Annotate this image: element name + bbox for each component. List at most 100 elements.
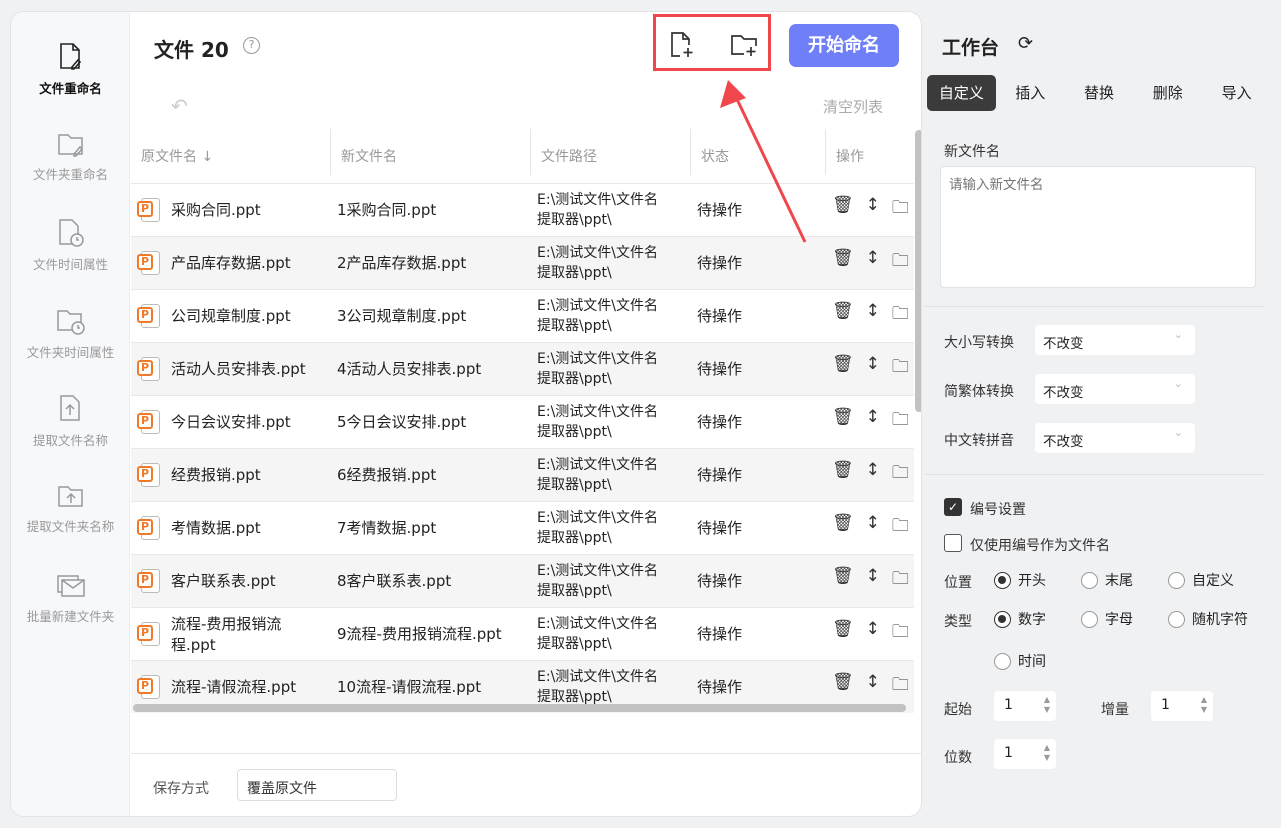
sidebar-item-extract-file[interactable]: 提取文件名称 (11, 394, 130, 449)
numbering-label: 编号设置 (970, 502, 1026, 518)
open-folder-icon[interactable]: 🗀 (892, 195, 909, 224)
table-row[interactable]: P 考情数据.ppt 7考情数据.ppt E:\测试文件\文件名 提取器\ppt\ … (131, 500, 914, 554)
add-file-icon[interactable] (667, 30, 697, 60)
sidebar-item-batch-folder[interactable]: 批量新建文件夹 (11, 572, 130, 625)
spinner-icon[interactable]: ▲ ▼ (1044, 743, 1050, 763)
tab-custom[interactable]: 自定义 (927, 75, 996, 111)
tab-delete[interactable]: 删除 (1133, 75, 1202, 111)
tab-import[interactable]: 导入 (1202, 75, 1271, 111)
delete-icon[interactable]: 🗑 (832, 672, 854, 701)
radio-circle (1081, 610, 1098, 628)
increment-stepper[interactable]: 1 ▲ ▼ (1151, 691, 1213, 721)
table-row[interactable]: P 客户联系表.ppt 8客户联系表.ppt E:\测试文件\文件名 提取器\ppt… (131, 553, 914, 607)
open-folder-icon[interactable]: 🗀 (892, 619, 909, 648)
workbench-tabs: 自定义 插入 替换 删除 导入 (925, 71, 1271, 115)
original-name-cell: P 考情数据.ppt (131, 500, 331, 554)
move-icon[interactable]: ↕ (866, 301, 880, 330)
pinyin-select[interactable]: 不改变 (1035, 423, 1195, 453)
table-row[interactable]: P 今日会议安排.ppt 5今日会议安排.ppt E:\测试文件\文件名 提取器\p… (131, 394, 914, 448)
delete-icon[interactable]: 🗑 (832, 301, 854, 330)
path-cell: E:\测试文件\文件名 提取器\ppt\ (531, 447, 691, 501)
new-name-cell: 2产品库存数据.ppt (331, 235, 531, 289)
delete-icon[interactable]: 🗑 (832, 248, 854, 277)
horizontal-scrollbar[interactable] (133, 704, 906, 712)
ppt-file-icon: P (137, 409, 161, 435)
position-end-radio[interactable]: 末尾 (1081, 570, 1133, 590)
sidebar-item-folder-time[interactable]: 文件夹时间属性 (11, 306, 130, 361)
type-random-radio[interactable]: 随机字符 (1168, 609, 1248, 629)
trad-select[interactable]: 不改变 (1035, 374, 1195, 404)
delete-icon[interactable]: 🗑 (832, 354, 854, 383)
move-icon[interactable]: ↕ (866, 248, 880, 277)
open-folder-icon[interactable]: 🗀 (892, 566, 909, 595)
add-folder-icon[interactable] (729, 30, 759, 60)
tab-insert[interactable]: 插入 (996, 75, 1065, 111)
spinner-icon[interactable]: ▲ ▼ (1044, 695, 1050, 715)
spinner-icon[interactable]: ▲ ▼ (1201, 695, 1207, 715)
delete-icon[interactable]: 🗑 (832, 407, 854, 436)
move-icon[interactable]: ↕ (866, 513, 880, 542)
settings-panel: 新文件名 大小写转换 不改变 简繁体转换 不改变 中文转拼音 不改变 ✓ 编号设… (925, 123, 1271, 795)
sidebar-item-folder-rename[interactable]: 文件夹重命名 (11, 130, 130, 183)
ppt-file-icon: P (137, 250, 161, 276)
path-cell: E:\测试文件\文件名 提取器\ppt\ (531, 235, 691, 289)
workbench-panel: 工作台 ⟳ 自定义 插入 替换 删除 导入 新文件名 大小写转换 不改变 简繁体… (922, 0, 1281, 828)
table-row[interactable]: P 经费报销.ppt 6经费报销.ppt E:\测试文件\文件名 提取器\ppt\ … (131, 447, 914, 501)
move-icon[interactable]: ↕ (866, 619, 880, 648)
new-name-cell: 9流程-费用报销流程.ppt (331, 606, 531, 660)
start-stepper[interactable]: 1 ▲ ▼ (994, 691, 1056, 721)
move-icon[interactable]: ↕ (866, 566, 880, 595)
type-letter-radio[interactable]: 字母 (1081, 609, 1133, 629)
table-row[interactable]: P 流程-费用报销流程.ppt 9流程-费用报销流程.ppt E:\测试文件\文件… (131, 606, 914, 660)
open-folder-icon[interactable]: 🗀 (892, 407, 909, 436)
col-original-name[interactable]: 原文件名 ↓ (131, 129, 331, 183)
only-number-checkbox[interactable] (944, 534, 962, 552)
position-custom-radio[interactable]: 自定义 (1168, 570, 1234, 590)
delete-icon[interactable]: 🗑 (832, 566, 854, 595)
new-name-label: 新文件名 (944, 144, 1000, 160)
new-name-cell: 1采购合同.ppt (331, 182, 531, 236)
delete-icon[interactable]: 🗑 (832, 513, 854, 542)
move-icon[interactable]: ↕ (866, 407, 880, 436)
open-folder-icon[interactable]: 🗀 (892, 354, 909, 383)
type-number-radio[interactable]: 数字 (994, 609, 1046, 629)
ppt-file-icon: P (137, 356, 161, 382)
open-folder-icon[interactable]: 🗀 (892, 460, 909, 489)
clear-list-button[interactable]: 清空列表 (823, 96, 883, 117)
move-icon[interactable]: ↕ (866, 460, 880, 489)
position-label: 位置 (944, 575, 972, 591)
case-select[interactable]: 不改变 (1035, 325, 1195, 355)
delete-icon[interactable]: 🗑 (832, 195, 854, 224)
open-folder-icon[interactable]: 🗀 (892, 301, 909, 330)
original-name-cell: P 产品库存数据.ppt (131, 235, 331, 289)
status-cell: 待操作 (691, 553, 826, 607)
vertical-scrollbar[interactable] (915, 130, 921, 412)
col-path: 文件路径 (531, 129, 691, 183)
original-name-cell: P 公司规章制度.ppt (131, 288, 331, 342)
workbench-title: 工作台 (942, 37, 1000, 59)
help-icon[interactable]: ? (243, 37, 260, 54)
move-icon[interactable]: ↕ (866, 354, 880, 383)
pinyin-label: 中文转拼音 (944, 433, 1014, 449)
open-folder-icon[interactable]: 🗀 (892, 513, 909, 542)
move-icon[interactable]: ↕ (866, 672, 880, 701)
undo-icon[interactable]: ↶ (171, 94, 188, 118)
type-time-radio[interactable]: 时间 (994, 651, 1046, 671)
move-icon[interactable]: ↕ (866, 195, 880, 224)
open-folder-icon[interactable]: 🗀 (892, 672, 909, 701)
table-row[interactable]: P 公司规章制度.ppt 3公司规章制度.ppt E:\测试文件\文件名 提取器\p… (131, 288, 914, 342)
sidebar-item-file-time[interactable]: 文件时间属性 (11, 218, 130, 273)
sidebar-item-extract-folder[interactable]: 提取文件夹名称 (11, 482, 130, 535)
tab-replace[interactable]: 替换 (1065, 75, 1134, 111)
sidebar-item-file-rename[interactable]: 文件重命名 (11, 42, 130, 97)
table-row[interactable]: P 活动人员安排表.ppt 4活动人员安排表.ppt E:\测试文件\文件名 提取器… (131, 341, 914, 395)
delete-icon[interactable]: 🗑 (832, 619, 854, 648)
position-start-radio[interactable]: 开头 (994, 570, 1046, 590)
refresh-icon[interactable]: ⟳ (1018, 33, 1033, 54)
open-folder-icon[interactable]: 🗀 (892, 248, 909, 277)
save-mode-select[interactable]: 覆盖原文件 (237, 769, 397, 801)
new-name-input[interactable] (940, 166, 1256, 288)
numbering-checkbox[interactable]: ✓ (944, 498, 962, 516)
delete-icon[interactable]: 🗑 (832, 460, 854, 489)
digits-stepper[interactable]: 1 ▲ ▼ (994, 739, 1056, 769)
